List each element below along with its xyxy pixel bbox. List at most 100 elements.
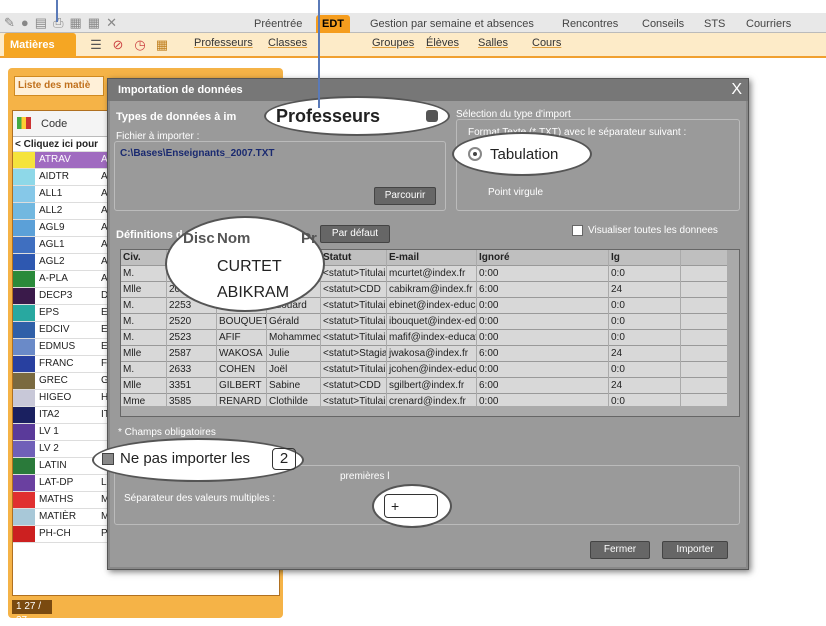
- grid-cell: 2523: [167, 330, 217, 346]
- column-header[interactable]: Ignoré: [477, 250, 609, 266]
- grid-cell: 24: [609, 346, 681, 362]
- grid-cell: M.: [121, 362, 167, 378]
- sub-toolbar: Matières ☰ ⊘ ◷ ▦ Professeurs Classes Gro…: [0, 33, 826, 58]
- column-code[interactable]: Code: [41, 118, 67, 130]
- separateur-label: Séparateur des valeurs multiples :: [124, 493, 276, 504]
- ne-pas-number[interactable]: 2: [272, 448, 296, 470]
- fichier-path[interactable]: C:\Bases\Enseignants_2007.TXT: [120, 148, 275, 159]
- link-classes[interactable]: Classes: [268, 37, 307, 49]
- visualiser-label: Visualiser toutes les donnees: [588, 225, 718, 236]
- matiere-code: MATIÈR: [39, 511, 77, 522]
- grid-cell: M.: [121, 314, 167, 330]
- grid-cell: 0:00: [477, 298, 609, 314]
- edit-icon[interactable]: ✎: [4, 15, 15, 31]
- list-icon[interactable]: ☰: [88, 37, 104, 53]
- table-row[interactable]: Mlle2587WAKOSAJulie<statut>Stagiairejwak…: [121, 346, 739, 362]
- zoom-nom-header[interactable]: Nom: [217, 230, 250, 247]
- importer-button[interactable]: Importer: [662, 541, 728, 559]
- color-swatch: [13, 373, 35, 389]
- close-icon[interactable]: X: [731, 80, 742, 100]
- ne-pas-label: Ne pas importer les: [120, 450, 251, 467]
- save-icon[interactable]: ▤: [35, 15, 47, 31]
- grid-cell: 6:00: [477, 378, 609, 394]
- parcourir-button[interactable]: Parcourir: [374, 187, 436, 205]
- table-row[interactable]: M.2520BOUQUETGérald<statut>Titulaireibou…: [121, 314, 739, 330]
- print-icon[interactable]: ⎙: [53, 15, 63, 31]
- horizontal-scrollbar[interactable]: [121, 406, 727, 416]
- grid-cell: 2633: [167, 362, 217, 378]
- chevron-down-icon[interactable]: [426, 110, 438, 122]
- tab-gestion[interactable]: Gestion par semaine et absences: [364, 15, 540, 33]
- separator-input[interactable]: +: [384, 494, 438, 518]
- matieres-tab[interactable]: Matières: [4, 33, 76, 57]
- grid-icon[interactable]: [17, 117, 31, 129]
- premieres-label: premières l: [340, 471, 390, 482]
- grid-cell: 6:00: [477, 282, 609, 298]
- tab-rencontres[interactable]: Rencontres: [556, 15, 624, 33]
- column-header[interactable]: Ig: [609, 250, 681, 266]
- grid-cell: cabikram@index.fr: [387, 282, 477, 298]
- user-icon[interactable]: ●: [21, 15, 29, 31]
- link-eleves[interactable]: Élèves: [426, 37, 459, 49]
- link-salles[interactable]: Salles: [478, 37, 508, 49]
- grid-cell: Mlle: [121, 346, 167, 362]
- tab-preentree[interactable]: Préentrée: [248, 15, 308, 33]
- matiere-code: ALL1: [39, 188, 63, 199]
- tabulation-label: Tabulation: [490, 146, 559, 163]
- visualiser-checkbox[interactable]: [572, 225, 583, 236]
- grid-cell: sgilbert@index.fr: [387, 378, 477, 394]
- grid-cell: 24: [609, 282, 681, 298]
- grid-cell: <statut>Titulaire: [321, 314, 387, 330]
- grid-cell: WAKOSA: [217, 346, 267, 362]
- grid-zoom-bubble: Disc Nom Pr CURTET ABIKRAM: [165, 216, 325, 312]
- link-cours[interactable]: Cours: [532, 37, 561, 49]
- color-swatch: [13, 254, 35, 270]
- grid-cell: M.: [121, 266, 167, 282]
- tab-edt[interactable]: EDT: [316, 15, 350, 33]
- column-header[interactable]: Statut: [321, 250, 387, 266]
- grid-cell: Gérald: [267, 314, 321, 330]
- table-row[interactable]: Mlle 3351 GILBERT Sabine <statut>CDD sgilbert…: [121, 378, 739, 394]
- tab-conseils[interactable]: Conseils: [636, 15, 690, 33]
- document-icon[interactable]: ▦: [88, 15, 100, 31]
- column-header[interactable]: E-mail: [387, 250, 477, 266]
- matiere-code: EPS: [39, 307, 60, 318]
- table-row[interactable]: M.2523AFIFMohammed<statut>Titulairemafif…: [121, 330, 739, 346]
- vertical-scrollbar[interactable]: [727, 250, 739, 416]
- link-groupes[interactable]: Groupes: [372, 37, 414, 49]
- matiere-code: LAT-DP: [39, 477, 74, 488]
- zoom-disc: Disc: [183, 230, 215, 247]
- grid-cell: <statut>CDD: [321, 282, 387, 298]
- par-defaut-button[interactable]: Par défaut: [320, 225, 390, 243]
- grid-cell: 6:00: [477, 346, 609, 362]
- matiere-code: DECP3: [39, 290, 73, 301]
- tab-courriers[interactable]: Courriers: [740, 15, 797, 33]
- color-swatch: [13, 305, 35, 321]
- tabulation-zoom-bubble: Tabulation: [452, 132, 592, 176]
- grid-cell: 24: [609, 378, 681, 394]
- table-row[interactable]: M.2633COHENJoël<statut>Titulairejcohen@i…: [121, 362, 739, 378]
- ne-pas-checkbox[interactable]: [102, 453, 114, 465]
- tab-sts[interactable]: STS: [698, 15, 731, 33]
- tools-icon[interactable]: ✕: [106, 15, 117, 31]
- types-zoom-bubble: Professeurs: [264, 96, 450, 136]
- color-swatch: [13, 356, 35, 372]
- point-virgule-option[interactable]: Point virgule: [488, 187, 543, 198]
- column-header[interactable]: Civ.: [121, 250, 167, 266]
- types-select[interactable]: Professeurs: [276, 106, 380, 127]
- color-swatch: [13, 424, 35, 440]
- tabulation-radio[interactable]: [468, 147, 482, 161]
- grid-cell: GILBERT: [217, 378, 267, 394]
- grid-cell: jwakosa@index.fr: [387, 346, 477, 362]
- matiere-code: AGL1: [39, 239, 65, 250]
- forbidden-icon[interactable]: ⊘: [110, 37, 126, 53]
- grid-cell: <statut>Titulaire: [321, 266, 387, 282]
- callout-line: [56, 0, 58, 22]
- document-icon[interactable]: ▦: [69, 15, 81, 31]
- fermer-button[interactable]: Fermer: [590, 541, 650, 559]
- matiere-code: MATHS: [39, 494, 74, 505]
- link-professeurs[interactable]: Professeurs: [194, 37, 253, 49]
- color-swatch: [13, 526, 35, 542]
- calendar-icon[interactable]: ▦: [154, 37, 170, 53]
- clock-icon[interactable]: ◷: [132, 37, 148, 53]
